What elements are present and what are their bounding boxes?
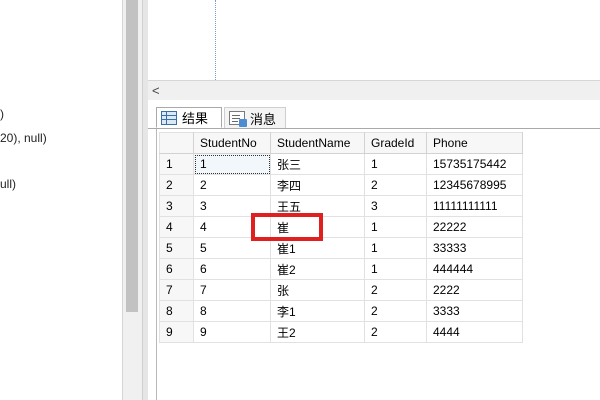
grid-cell-phone[interactable]: 2222 [426,279,523,301]
column-header-phone[interactable]: Phone [426,132,523,154]
column-header-studentname[interactable]: StudentName [270,132,365,154]
grid-cell-gradeid[interactable]: 2 [364,300,427,322]
grid-cell-studentno[interactable]: 2 [193,174,271,196]
grid-cell-phone[interactable]: 3333 [426,300,523,322]
grid-cell-gradeid[interactable]: 1 [364,258,427,280]
grid-cell-gradeid[interactable]: 1 [364,216,427,238]
grid-header-row: StudentNo StudentName GradeId Phone [159,132,523,154]
row-header-corner[interactable] [159,132,194,154]
grid-cell-phone[interactable]: 12345678995 [426,174,523,196]
grid-cell-studentname[interactable]: 李1 [270,300,365,322]
table-row[interactable]: 1 1 张三 1 15735175442 [159,153,523,175]
scroll-left-arrow-icon[interactable]: < [152,82,160,99]
results-pane: StudentNo StudentName GradeId Phone 1 1 张三… [148,129,600,400]
grid-cell-studentname[interactable]: 张三 [270,153,365,175]
message-icon [229,111,247,127]
grid-cell-studentname[interactable]: 李四 [270,174,365,196]
row-number[interactable]: 1 [159,153,194,175]
left-editor-panel[interactable]: ) 20), null) ull) [0,0,122,400]
column-header-gradeid[interactable]: GradeId [364,132,427,154]
grid-cell-studentname[interactable]: 王2 [270,321,365,343]
results-grid[interactable]: StudentNo StudentName GradeId Phone 1 1 张三… [159,132,523,343]
grid-cell-phone[interactable]: 11111111111 [426,195,523,217]
grid-cell-studentname[interactable]: 崔2 [270,258,365,280]
tab-results[interactable]: 结果 [156,107,222,128]
row-number[interactable]: 3 [159,195,194,217]
row-number[interactable]: 7 [159,279,194,301]
grid-cell-studentno[interactable]: 8 [193,300,271,322]
query-editor-area[interactable] [148,0,600,80]
grid-cell-gradeid[interactable]: 3 [364,195,427,217]
code-line: 20), null) [0,131,47,145]
table-row[interactable]: 9 9 王2 2 4444 [159,321,523,343]
table-row[interactable]: 4 4 崔 1 22222 [159,216,523,238]
table-row[interactable]: 8 8 李1 2 3333 [159,300,523,322]
grid-cell-phone[interactable]: 444444 [426,258,523,280]
grid-cell-studentno[interactable]: 1 [193,153,271,175]
grid-cell-studentname[interactable]: 王五 [270,195,365,217]
grid-cell-studentname[interactable]: 张 [270,279,365,301]
grid-cell-phone[interactable]: 22222 [426,216,523,238]
table-row[interactable]: 5 5 崔1 1 33333 [159,237,523,259]
grid-cell-gradeid[interactable]: 2 [364,321,427,343]
grid-cell-studentno[interactable]: 3 [193,195,271,217]
grid-cell-studentno[interactable]: 7 [193,279,271,301]
grid-cell-gradeid[interactable]: 2 [364,174,427,196]
row-number[interactable]: 5 [159,237,194,259]
column-header-studentno[interactable]: StudentNo [193,132,271,154]
horizontal-scrollbar[interactable]: < [148,80,600,101]
grid-cell-studentno[interactable]: 4 [193,216,271,238]
row-number[interactable]: 2 [159,174,194,196]
tab-results-label: 结果 [182,111,209,126]
grid-cell-studentno[interactable]: 6 [193,258,271,280]
left-vertical-scrollbar[interactable] [122,0,142,400]
code-line: ) [0,107,4,121]
row-number[interactable]: 8 [159,300,194,322]
grid-cell-phone[interactable]: 15735175442 [426,153,523,175]
table-row[interactable]: 7 7 张 2 2222 [159,279,523,301]
grid-cell-studentname[interactable]: 崔1 [270,237,365,259]
grid-cell-phone[interactable]: 4444 [426,321,523,343]
tab-messages[interactable]: 消息 [224,107,286,128]
grid-cell-studentno[interactable]: 9 [193,321,271,343]
results-tab-strip: 结果 消息 [148,100,600,129]
table-row[interactable]: 2 2 李四 2 12345678995 [159,174,523,196]
grid-cell-gradeid[interactable]: 1 [364,153,427,175]
grid-cell-studentno[interactable]: 5 [193,237,271,259]
results-left-border [156,129,157,400]
editor-guide-line [215,0,216,80]
row-number[interactable]: 9 [159,321,194,343]
row-number[interactable]: 4 [159,216,194,238]
grid-cell-phone[interactable]: 33333 [426,237,523,259]
grid-cell-gradeid[interactable]: 2 [364,279,427,301]
table-row[interactable]: 3 3 王五 3 11111111111 [159,195,523,217]
grid-cell-studentname[interactable]: 崔 [270,216,365,238]
row-number[interactable]: 6 [159,258,194,280]
grid-icon [161,110,177,125]
grid-cell-gradeid[interactable]: 1 [364,237,427,259]
code-line: ull) [0,177,17,191]
tab-messages-label: 消息 [250,111,277,127]
scroll-thumb[interactable] [126,0,138,312]
table-row[interactable]: 6 6 崔2 1 444444 [159,258,523,280]
